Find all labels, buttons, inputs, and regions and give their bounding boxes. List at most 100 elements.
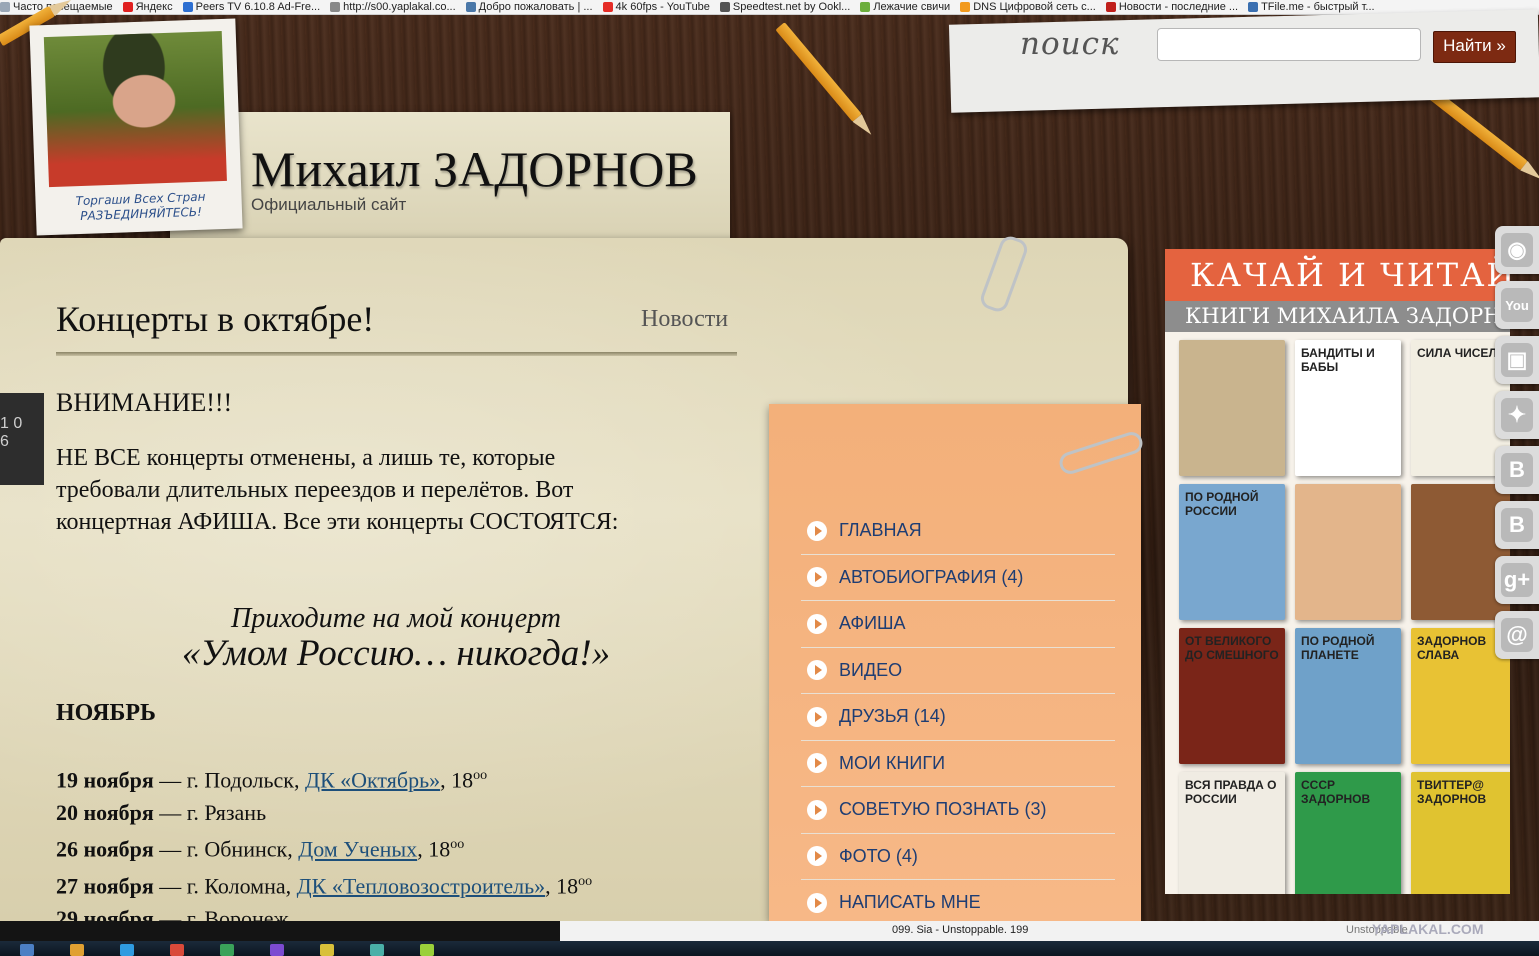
counter-line: 1 0: [0, 415, 23, 432]
twitter-icon: ✦: [1501, 398, 1533, 432]
bookmark-label: DNS Цифровой сеть с...: [973, 1, 1096, 13]
concert-time-minutes: oo: [578, 874, 593, 890]
page-title: Концерты в октябре!: [56, 299, 375, 339]
taskbar-app-icon[interactable]: [270, 944, 284, 956]
instagram-icon: ▣: [1501, 343, 1533, 377]
concert-list: 19 ноября — г. Подольск, ДК «Октябрь», 1…: [56, 760, 592, 935]
pencil-decoration: [775, 22, 862, 122]
taskbar-app-icon[interactable]: [420, 944, 434, 956]
bookmark-item[interactable]: Добро пожаловать | ...: [465, 1, 593, 13]
menu-item[interactable]: ФОТО (4): [801, 834, 1115, 880]
venue-link[interactable]: ДК «Октябрь»: [305, 767, 440, 792]
bookmark-icon: [719, 2, 730, 12]
month-heading: НОЯБРЬ: [56, 700, 156, 726]
menu-item[interactable]: ВИДЕО: [801, 648, 1115, 694]
invite-line: Приходите на мой концерт: [230, 603, 562, 634]
social-button[interactable]: ▣: [1495, 336, 1539, 384]
book-cover[interactable]: [1179, 340, 1285, 476]
bookmark-label: Яндекс: [135, 1, 173, 13]
taskbar-app-icon[interactable]: [170, 944, 184, 956]
bookmark-item[interactable]: Лежачие свичи: [860, 1, 950, 13]
search-button[interactable]: Найти »: [1433, 31, 1516, 63]
bookmark-item[interactable]: 4k 60fps - YouTube: [602, 1, 710, 13]
menu-item[interactable]: НАПИСАТЬ МНЕ: [801, 880, 1115, 927]
menu-item-label: АФИША: [839, 613, 906, 634]
book-cover[interactable]: ПО РОДНОЙ РОССИИ: [1179, 484, 1285, 620]
book-cover[interactable]: [1295, 484, 1401, 620]
taskbar: [0, 941, 1539, 956]
menu-item[interactable]: СОВЕТУЮ ПОЗНАТЬ (3): [801, 787, 1115, 834]
social-button[interactable]: g+: [1495, 556, 1539, 604]
taskbar-app-icon[interactable]: [20, 944, 34, 956]
concert-date: 27 ноября: [56, 873, 154, 899]
play-bullet-icon: [807, 520, 827, 541]
venue-link[interactable]: ДК «Тепловозостроитель»: [297, 873, 545, 898]
play-bullet-icon: [807, 567, 827, 588]
concert-time-minutes: oo: [450, 837, 465, 853]
bookmark-icon: [182, 2, 193, 12]
concert-row: 27 ноября — г. Коломна, ДК «Тепловозостр…: [56, 866, 592, 903]
article-paragraph: НЕ ВСЕ концерты отменены, а лишь те, кот…: [56, 445, 619, 535]
portrait-image: [43, 30, 227, 188]
watermark: YAPLAKAL.COM: [1372, 921, 1484, 937]
book-cover[interactable]: ВСЯ ПРАВДА О РОССИИ: [1179, 772, 1285, 894]
bookmark-item[interactable]: Яндекс: [122, 1, 173, 13]
bookmark-label: Peers TV 6.10.8 Ad-Fre...: [195, 1, 321, 13]
bookmark-icon: [0, 2, 10, 12]
bookmark-label: Добро пожаловать | ...: [478, 1, 593, 13]
bookmark-item[interactable]: Speedtest.net by Ookl...: [719, 1, 850, 13]
site-title[interactable]: Михаил ЗАДОРНОВ: [251, 140, 698, 198]
menu-item[interactable]: АВТОБИОГРАФИЯ (4): [801, 555, 1115, 601]
book-cover[interactable]: СССР ЗАДОРНОВ: [1295, 772, 1401, 894]
bookmark-item[interactable]: http://s00.yaplakal.co...: [330, 1, 456, 13]
banner-subtitle: КНИГИ МИХАИЛА ЗАДОРНОВА: [1165, 301, 1510, 332]
taskbar-app-icon[interactable]: [120, 944, 134, 956]
taskbar-app-icon[interactable]: [220, 944, 234, 956]
search-label: поиск: [1020, 26, 1120, 62]
concert-date: 20 ноября: [56, 799, 154, 825]
menu-item[interactable]: ГЛАВНАЯ: [801, 508, 1115, 555]
play-bullet-icon: [807, 660, 827, 681]
bookmarks-bar: Часто посещаемые Яндекс Peers TV 6.10.8 Ad…: [0, 0, 1539, 15]
bookmark-label: http://s00.yaplakal.co...: [343, 1, 456, 13]
concert-row: 26 ноября — г. Обнинск, Дом Ученых, 18oo: [56, 829, 592, 866]
books-banner[interactable]: КАЧАЙ И ЧИТАЙ КНИГИ МИХАИЛА ЗАДОРНОВА БА…: [1165, 249, 1510, 894]
bookmark-icon: [122, 2, 133, 12]
social-button[interactable]: You: [1495, 281, 1539, 329]
email-icon: @: [1501, 618, 1533, 652]
menu-item-label: ВИДЕО: [839, 659, 903, 680]
main-menu: ГЛАВНАЯ АВТОБИОГРАФИЯ (4) АФИША ВИДЕО ДРУЗЬЯ…: [801, 508, 1115, 927]
social-sidebar: ◉ You ▣ ✦ B Bg+ @: [1495, 226, 1539, 666]
bookmark-icon: [465, 2, 476, 12]
category-link[interactable]: Новости: [641, 306, 728, 333]
book-cover[interactable]: ТВИТТЕР@ ЗАДОРНОВ: [1411, 772, 1510, 894]
concert-date: 26 ноября: [56, 836, 154, 862]
concert-time: , 18: [545, 873, 579, 899]
bookmark-item[interactable]: DNS Цифровой сеть с...: [960, 1, 1096, 13]
menu-item[interactable]: ДРУЗЬЯ (14): [801, 694, 1115, 741]
menu-item[interactable]: МОИ КНИГИ: [801, 741, 1115, 787]
bookmark-label: 4k 60fps - YouTube: [615, 1, 710, 13]
venue-link[interactable]: Дом Ученых: [298, 837, 417, 862]
menu-item[interactable]: АФИША: [801, 601, 1115, 648]
social-button[interactable]: B: [1495, 501, 1539, 549]
concert-row: 20 ноября — г. Рязань: [56, 797, 592, 830]
bookmark-item[interactable]: Peers TV 6.10.8 Ad-Fre...: [182, 1, 321, 13]
social-button[interactable]: @: [1495, 611, 1539, 659]
profile-photo[interactable]: Торгаши Всех Стран РАЗЪЕДИНЯЙТЕСЬ!: [29, 18, 243, 236]
left-counter-widget[interactable]: 1 0 6: [0, 393, 44, 485]
book-cover[interactable]: ПО РОДНОЙ ПЛАНЕТЕ: [1295, 628, 1401, 764]
social-button[interactable]: ✦: [1495, 391, 1539, 439]
social-button[interactable]: B: [1495, 446, 1539, 494]
googleplus-icon: g+: [1501, 563, 1533, 597]
menu-item-label: ГЛАВНАЯ: [839, 520, 922, 541]
social-button[interactable]: ◉: [1495, 226, 1539, 274]
search-input[interactable]: [1157, 28, 1421, 61]
taskbar-app-icon[interactable]: [370, 944, 384, 956]
bookmark-item[interactable]: Новости - последние ...: [1105, 1, 1238, 13]
book-cover[interactable]: ОТ ВЕЛИКОГО ДО СМЕШНОГО: [1179, 628, 1285, 764]
bookmark-item[interactable]: TFile.me - быстрый т...: [1248, 1, 1375, 13]
book-cover[interactable]: БАНДИТЫ И БАБЫ: [1295, 340, 1401, 476]
taskbar-app-icon[interactable]: [320, 944, 334, 956]
taskbar-app-icon[interactable]: [70, 944, 84, 956]
